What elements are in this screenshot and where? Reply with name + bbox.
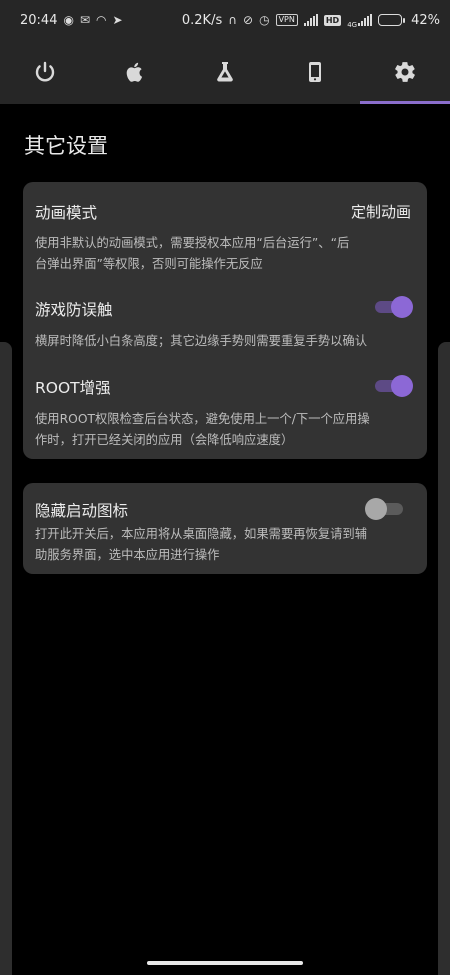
tab-indicator xyxy=(270,101,360,104)
left-edge-panel xyxy=(0,342,12,975)
battery-percent: 42% xyxy=(411,12,440,28)
wechat-icon: ✉ xyxy=(79,13,91,27)
clock: 20:44 xyxy=(20,12,58,28)
settings-card-general: 动画模式 定制动画 使用非默认的动画模式，需要授权本应用“后台运行”、“后 台弹… xyxy=(23,182,427,459)
tab-lab[interactable] xyxy=(180,40,270,104)
game-guard-toggle[interactable] xyxy=(373,296,413,318)
settings-card-visibility: 隐藏启动图标 打开此开关后，本应用将从桌面隐藏，如果需要再恢复请到辅 助服务界面… xyxy=(23,483,427,574)
wifi-hotspot-icon: ◠ xyxy=(96,13,107,27)
animation-mode-description: 使用非默认的动画模式，需要授权本应用“后台运行”、“后 台弹出界面”等权限，否则… xyxy=(35,233,413,275)
battery-nub xyxy=(403,17,406,23)
apple-icon xyxy=(126,62,143,82)
flask-icon xyxy=(217,62,233,82)
toggle-knob xyxy=(391,375,413,397)
battery-icon xyxy=(378,14,406,26)
netease-music-icon: ◉ xyxy=(63,13,74,27)
tab-bar xyxy=(0,40,450,104)
alarm-icon: ◷ xyxy=(259,13,270,27)
desc-line: 使用ROOT权限检查后台状态，避免使用上一个/下一个应用操 xyxy=(35,412,370,426)
right-edge-panel xyxy=(438,342,450,975)
desc-line: 横屏时降低小白条高度；其它边缘手势则需要重复手势以确认 xyxy=(35,334,368,348)
root-boost-toggle[interactable] xyxy=(373,375,413,397)
hide-icon-toggle[interactable] xyxy=(365,498,405,520)
tab-indicator xyxy=(180,101,270,104)
root-boost-description: 使用ROOT权限检查后台状态，避免使用上一个/下一个应用操 作时，打开已经关闭的… xyxy=(35,409,413,451)
tab-settings[interactable] xyxy=(360,40,450,104)
gear-icon xyxy=(395,62,415,82)
desc-line: 打开此开关后，本应用将从桌面隐藏，如果需要再恢复请到辅 xyxy=(35,527,368,541)
animation-mode-title: 动画模式 xyxy=(35,204,98,222)
desc-line: 使用非默认的动画模式，需要授权本应用“后台运行”、“后 xyxy=(35,236,350,250)
tab-indicator xyxy=(360,101,450,104)
tab-apple[interactable] xyxy=(90,40,180,104)
headphones-icon: ∩ xyxy=(228,13,238,27)
tab-indicator xyxy=(90,101,180,104)
desc-line: 助服务界面，选中本应用进行操作 xyxy=(35,548,220,562)
hide-icon-description: 打开此开关后，本应用将从桌面隐藏，如果需要再恢复请到辅 助服务界面，选中本应用进… xyxy=(35,524,413,566)
net-speed: 0.2K/s xyxy=(181,12,223,28)
tab-phone[interactable] xyxy=(270,40,360,104)
network-type-label: 4G xyxy=(347,21,358,29)
status-bar: 20:44 ◉ ✉ ◠ ➤ 0.2K/s ∩ ⊘ ◷ VPN HD 4G 42% xyxy=(0,0,450,40)
battery-shell xyxy=(378,14,403,26)
tab-indicator xyxy=(0,101,90,104)
desc-line: 台弹出界面”等权限，否则可能操作无反应 xyxy=(35,257,263,271)
status-bar-right: 0.2K/s ∩ ⊘ ◷ VPN HD 4G 42% xyxy=(181,11,440,30)
animation-mode-value[interactable]: 定制动画 xyxy=(351,201,411,222)
signal-icon xyxy=(358,14,373,26)
alarm-off-icon: ⊘ xyxy=(243,13,254,27)
hd-badge: HD xyxy=(323,14,342,26)
toggle-knob xyxy=(365,498,387,520)
tab-power[interactable] xyxy=(0,40,90,104)
game-guard-title: 游戏防误触 xyxy=(35,301,113,319)
vpn-badge: VPN xyxy=(275,14,298,26)
phone-icon xyxy=(309,62,321,82)
desc-line: 作时，打开已经关闭的应用（会降低响应速度） xyxy=(35,433,294,447)
root-boost-title: ROOT增强 xyxy=(35,379,111,397)
toggle-knob xyxy=(391,296,413,318)
game-guard-description: 横屏时降低小白条高度；其它边缘手势则需要重复手势以确认 xyxy=(35,331,413,352)
status-bar-left: 20:44 ◉ ✉ ◠ ➤ xyxy=(20,13,123,28)
power-icon xyxy=(35,61,55,82)
home-indicator[interactable] xyxy=(147,961,303,965)
page-title: 其它设置 xyxy=(24,134,108,158)
signal-icon xyxy=(303,14,318,26)
hide-icon-title: 隐藏启动图标 xyxy=(35,502,129,520)
send-icon: ➤ xyxy=(112,13,123,27)
